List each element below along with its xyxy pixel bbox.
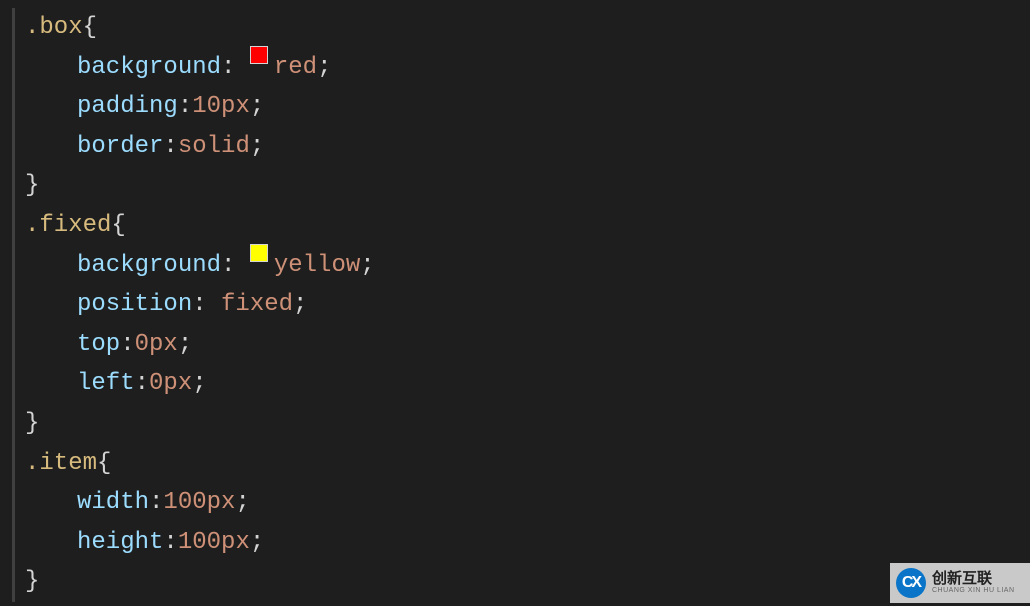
- colon: :: [192, 285, 206, 325]
- semicolon: ;: [360, 246, 374, 286]
- space: [207, 285, 221, 325]
- brace-close: }: [25, 166, 39, 206]
- css-value: fixed: [221, 285, 293, 325]
- css-value: yellow: [274, 246, 360, 286]
- fold-gutter: [12, 206, 15, 246]
- watermark: CX 创新互联 CHUANG XIN HU LIAN: [890, 563, 1030, 603]
- semicolon: ;: [293, 285, 307, 325]
- css-property: padding: [77, 87, 178, 127]
- code-line: top:0px;: [0, 325, 1030, 365]
- colon: :: [120, 325, 134, 365]
- code-line: .fixed{: [0, 206, 1030, 246]
- css-value: 0px: [149, 364, 192, 404]
- fold-gutter: [12, 325, 15, 365]
- code-line: background: red;: [0, 48, 1030, 88]
- fold-gutter: [12, 404, 15, 444]
- code-line: }: [0, 404, 1030, 444]
- css-selector: .item: [25, 444, 97, 484]
- fold-gutter: [12, 364, 15, 404]
- css-property: width: [77, 483, 149, 523]
- code-editor[interactable]: .box{ background: red; padding:10px; bor…: [0, 0, 1030, 602]
- code-line: position: fixed;: [0, 285, 1030, 325]
- css-property: border: [77, 127, 163, 167]
- code-line: .item{: [0, 444, 1030, 484]
- css-value: 100px: [163, 483, 235, 523]
- fold-gutter: [12, 48, 15, 88]
- code-line: border:solid;: [0, 127, 1030, 167]
- css-value: 0px: [135, 325, 178, 365]
- fold-gutter: [12, 166, 15, 206]
- fold-gutter: [12, 523, 15, 563]
- code-line: width:100px;: [0, 483, 1030, 523]
- code-line: }: [0, 562, 1030, 602]
- colon: :: [221, 246, 235, 286]
- watermark-logo-icon: CX: [896, 568, 926, 598]
- semicolon: ;: [250, 87, 264, 127]
- fold-gutter: [12, 444, 15, 484]
- watermark-py: CHUANG XIN HU LIAN: [932, 587, 1015, 595]
- code-line: .box{: [0, 8, 1030, 48]
- css-value: solid: [178, 127, 250, 167]
- color-swatch-icon: [250, 244, 268, 262]
- brace-close: }: [25, 562, 39, 602]
- css-property: background: [77, 48, 221, 88]
- colon: :: [178, 87, 192, 127]
- watermark-logo-text: CX: [902, 570, 920, 596]
- css-value: 100px: [178, 523, 250, 563]
- space: [235, 48, 249, 88]
- css-property: background: [77, 246, 221, 286]
- brace-open: {: [97, 444, 111, 484]
- colon: :: [135, 364, 149, 404]
- colon: :: [221, 48, 235, 88]
- css-property: left: [77, 364, 135, 404]
- css-selector: .fixed: [25, 206, 111, 246]
- fold-gutter: [12, 127, 15, 167]
- color-swatch-icon: [250, 46, 268, 64]
- colon: :: [163, 127, 177, 167]
- fold-gutter: [12, 246, 15, 286]
- semicolon: ;: [250, 127, 264, 167]
- semicolon: ;: [178, 325, 192, 365]
- colon: :: [149, 483, 163, 523]
- code-line: left:0px;: [0, 364, 1030, 404]
- watermark-text: 创新互联 CHUANG XIN HU LIAN: [932, 571, 1015, 595]
- code-line: }: [0, 166, 1030, 206]
- semicolon: ;: [192, 364, 206, 404]
- colon: :: [163, 523, 177, 563]
- fold-gutter: [12, 8, 15, 48]
- fold-gutter: [12, 87, 15, 127]
- css-value: 10px: [192, 87, 250, 127]
- fold-gutter: [12, 562, 15, 602]
- brace-open: {: [111, 206, 125, 246]
- code-line: background: yellow;: [0, 246, 1030, 286]
- brace-close: }: [25, 404, 39, 444]
- semicolon: ;: [250, 523, 264, 563]
- semicolon: ;: [317, 48, 331, 88]
- css-property: position: [77, 285, 192, 325]
- fold-gutter: [12, 483, 15, 523]
- space: [235, 246, 249, 286]
- semicolon: ;: [235, 483, 249, 523]
- css-property: height: [77, 523, 163, 563]
- css-property: top: [77, 325, 120, 365]
- css-value: red: [274, 48, 317, 88]
- css-selector: .box: [25, 8, 83, 48]
- fold-gutter: [12, 285, 15, 325]
- code-line: height:100px;: [0, 523, 1030, 563]
- brace-open: {: [83, 8, 97, 48]
- watermark-cn: 创新互联: [932, 571, 1015, 588]
- code-line: padding:10px;: [0, 87, 1030, 127]
